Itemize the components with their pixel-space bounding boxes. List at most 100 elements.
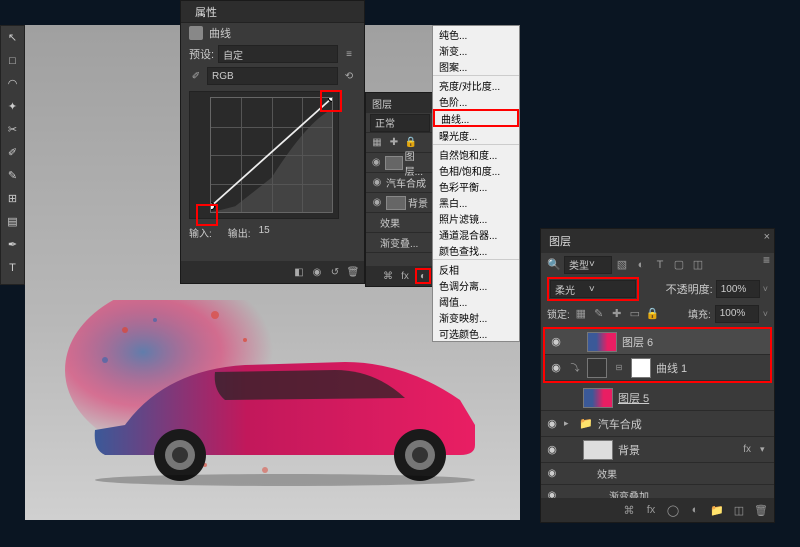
reset-icon[interactable]: ↺: [328, 265, 342, 279]
tool-crop[interactable]: ✂: [1, 118, 24, 141]
eye-icon[interactable]: ◉: [549, 335, 563, 348]
layer-effect-row[interactable]: ◉ 效果: [541, 463, 774, 485]
layer-row-folder[interactable]: ◉ ▸ 📁 汽车合成: [541, 411, 774, 437]
lock-artboard-icon[interactable]: ▭: [628, 307, 642, 321]
blend-mode-small[interactable]: 正常: [370, 114, 430, 132]
small-layer-row[interactable]: ◉汽车合成: [366, 173, 434, 193]
menu-color-balance[interactable]: 色彩平衡...: [433, 178, 519, 194]
link-layers-icon[interactable]: ⌘: [622, 503, 636, 517]
layers-panel-header[interactable]: 图层 ×: [541, 229, 774, 253]
tool-brush[interactable]: ✎: [1, 164, 24, 187]
new-layer-icon[interactable]: ◫: [732, 503, 746, 517]
layer-name[interactable]: 背景: [618, 442, 738, 458]
fill-input[interactable]: 100%: [715, 305, 759, 323]
layer-thumbnail[interactable]: [583, 388, 613, 408]
layer-row[interactable]: ◉ 背景 fx ▾: [541, 437, 774, 463]
lock-transparent-icon[interactable]: ▦: [574, 307, 588, 321]
filter-adjust-icon[interactable]: ◐: [634, 258, 648, 272]
menu-gradient-map[interactable]: 渐变映射...: [433, 309, 519, 325]
panel-close-icon[interactable]: ×: [764, 231, 770, 243]
menu-invert[interactable]: 反相: [433, 261, 519, 277]
eye-icon[interactable]: ◉: [370, 176, 384, 190]
adjustment-icon[interactable]: ◐: [688, 503, 702, 517]
menu-channel-mixer[interactable]: 通道混合器...: [433, 226, 519, 242]
small-layer-row[interactable]: 效果: [366, 213, 434, 233]
view-previous-icon[interactable]: ◉: [310, 265, 324, 279]
fx-badge[interactable]: fx: [743, 444, 755, 455]
folder-collapse-icon[interactable]: ▸: [564, 418, 574, 429]
fx-collapse-icon[interactable]: ▾: [760, 444, 770, 455]
blend-mode-dropdown[interactable]: 柔光 ˅: [550, 280, 636, 298]
layer-name[interactable]: 曲线 1: [656, 360, 766, 376]
layer-name[interactable]: 图层 6: [622, 334, 766, 350]
filter-pixel-icon[interactable]: ▧: [615, 258, 629, 272]
menu-pattern[interactable]: 图案...: [433, 58, 519, 74]
link-icon[interactable]: ⌘: [381, 269, 395, 283]
eye-icon[interactable]: ◉: [549, 361, 563, 374]
fx-icon[interactable]: fx: [644, 503, 658, 517]
menu-solid-color[interactable]: 纯色...: [433, 26, 519, 42]
menu-threshold[interactable]: 阈值...: [433, 293, 519, 309]
mask-thumbnail[interactable]: [631, 358, 651, 378]
small-layer-row[interactable]: ◉图层...: [366, 153, 434, 173]
tool-wand[interactable]: ✦: [1, 95, 24, 118]
eye-icon[interactable]: ◉: [545, 468, 559, 479]
layer-row[interactable]: ◉ 图层 6: [545, 329, 770, 355]
clip-icon[interactable]: ◧: [292, 265, 306, 279]
search-icon[interactable]: 🔍: [547, 258, 561, 272]
tool-marquee[interactable]: □: [1, 49, 24, 72]
delete-icon[interactable]: 🗑: [754, 503, 768, 517]
eye-icon[interactable]: ◉: [545, 417, 559, 430]
layer-row[interactable]: ◉ ⤵ ⊟ 曲线 1: [545, 355, 770, 381]
eye-icon[interactable]: ◉: [370, 156, 383, 170]
tool-text[interactable]: T: [1, 256, 24, 279]
opacity-input[interactable]: 100%: [716, 280, 760, 298]
preset-menu-icon[interactable]: ≡: [342, 47, 356, 61]
tool-move[interactable]: ↖: [1, 26, 24, 49]
eyedropper-icon[interactable]: ✐: [189, 69, 203, 83]
properties-panel-header[interactable]: 属性: [181, 1, 364, 23]
menu-exposure[interactable]: 曝光度...: [433, 127, 519, 143]
filter-text-icon[interactable]: T: [653, 258, 667, 272]
layer-name[interactable]: 图层 5: [618, 390, 770, 406]
mask-icon[interactable]: ◯: [666, 503, 680, 517]
eye-icon[interactable]: ◉: [370, 196, 384, 210]
menu-posterize[interactable]: 色调分离...: [433, 277, 519, 293]
new-adjustment-icon[interactable]: ◐: [417, 269, 429, 283]
adjustment-thumbnail[interactable]: [587, 358, 607, 378]
layers-tab[interactable]: 图层: [549, 233, 571, 249]
new-group-icon[interactable]: 📁: [710, 503, 724, 517]
small-layer-row[interactable]: 渐变叠...: [366, 233, 434, 253]
menu-selective-color[interactable]: 可选颜色...: [433, 325, 519, 341]
eye-icon[interactable]: ◉: [545, 443, 559, 456]
fx-icon[interactable]: fx: [398, 269, 412, 283]
channel-dropdown[interactable]: RGB: [207, 67, 338, 85]
layer-thumbnail[interactable]: [587, 332, 617, 352]
lock-position-icon[interactable]: ✚: [387, 136, 401, 150]
menu-color-lookup[interactable]: 颜色查找...: [433, 242, 519, 258]
menu-levels[interactable]: 色阶...: [433, 93, 519, 109]
tool-stamp[interactable]: ⊞: [1, 187, 24, 210]
chevron-down-icon[interactable]: ˅: [763, 309, 768, 319]
menu-brightness[interactable]: 亮度/对比度...: [433, 77, 519, 93]
layer-row[interactable]: 图层 5: [541, 385, 774, 411]
tool-lasso[interactable]: ◠: [1, 72, 24, 95]
link-mask-icon[interactable]: ⊟: [612, 361, 626, 375]
filter-shape-icon[interactable]: ▢: [672, 258, 686, 272]
menu-bw[interactable]: 黑白...: [433, 194, 519, 210]
layer-thumbnail[interactable]: [583, 440, 613, 460]
lock-pixels-icon[interactable]: ✎: [592, 307, 606, 321]
lock-all-icon[interactable]: 🔒: [646, 307, 660, 321]
menu-curves[interactable]: 曲线...: [433, 109, 519, 127]
menu-vibrance[interactable]: 自然饱和度...: [433, 146, 519, 162]
trash-icon[interactable]: 🗑: [346, 265, 360, 279]
menu-gradient[interactable]: 渐变...: [433, 42, 519, 58]
properties-tab[interactable]: 属性: [189, 4, 223, 20]
menu-photo-filter[interactable]: 照片滤镜...: [433, 210, 519, 226]
tool-pen[interactable]: ✒: [1, 233, 24, 256]
small-layer-row[interactable]: ◉背景: [366, 193, 434, 213]
tool-eyedropper[interactable]: ✐: [1, 141, 24, 164]
menu-hue[interactable]: 色相/饱和度...: [433, 162, 519, 178]
curves-graph[interactable]: [189, 91, 339, 219]
chevron-down-icon[interactable]: ˅: [763, 284, 768, 294]
